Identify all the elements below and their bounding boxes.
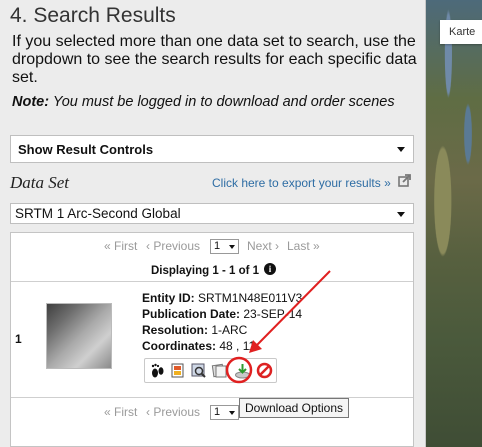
page-select-value: 1 bbox=[214, 240, 221, 252]
result-controls-label: Show Result Controls bbox=[18, 142, 154, 157]
last-page-link[interactable]: Last » bbox=[287, 239, 320, 253]
results-table: « First ‹ Previous 1 Next › Last » Displ… bbox=[10, 232, 414, 447]
compare-icon[interactable] bbox=[211, 362, 228, 379]
map-view[interactable] bbox=[426, 0, 482, 447]
download-options-tooltip: Download Options bbox=[239, 398, 349, 418]
resolution: Resolution: 1-ARC bbox=[142, 323, 247, 337]
map-type-button[interactable]: Karte bbox=[440, 20, 482, 44]
metadata-icon[interactable] bbox=[169, 362, 186, 379]
coordinates-value: 48 , 11 bbox=[219, 339, 256, 353]
displaying-range: 1 - 1 of 1 bbox=[212, 265, 260, 277]
chevron-down-icon bbox=[397, 212, 405, 217]
publication-date-value: 23-SEP-14 bbox=[243, 307, 303, 321]
exclude-icon[interactable] bbox=[256, 362, 273, 379]
show-result-controls-dropdown[interactable]: Show Result Controls bbox=[10, 135, 414, 163]
login-note: Note: You must be logged in to download … bbox=[12, 95, 417, 110]
section-title: 4. Search Results bbox=[10, 4, 176, 27]
entity-id-label: Entity ID: bbox=[142, 291, 195, 305]
section-description: If you selected more than one data set t… bbox=[12, 33, 417, 86]
search-results-panel: 4. Search Results If you selected more t… bbox=[0, 0, 426, 447]
next-page-link[interactable]: Next › bbox=[247, 239, 279, 253]
entity-id: Entity ID: SRTM1N48E011V3 bbox=[142, 291, 302, 305]
displaying-prefix: Displaying bbox=[151, 265, 213, 277]
note-text: You must be logged in to download and or… bbox=[49, 94, 395, 110]
previous-page-link[interactable]: ‹ Previous bbox=[146, 239, 200, 253]
result-action-toolbar bbox=[144, 358, 277, 383]
data-set-label: Data Set bbox=[10, 173, 70, 192]
note-label: Note: bbox=[12, 94, 50, 110]
resolution-value: 1-ARC bbox=[211, 323, 248, 337]
first-page-link[interactable]: « First bbox=[104, 239, 137, 253]
chevron-down-icon bbox=[229, 411, 235, 415]
download-icon[interactable] bbox=[234, 362, 251, 379]
page-select[interactable]: 1 bbox=[210, 239, 239, 254]
chevron-down-icon bbox=[397, 147, 405, 152]
publication-date-label: Publication Date: bbox=[142, 307, 241, 321]
info-icon[interactable]: i bbox=[264, 263, 276, 275]
first-page-link[interactable]: « First bbox=[104, 405, 137, 419]
scene-thumbnail[interactable] bbox=[46, 303, 112, 369]
coordinates-label: Coordinates: bbox=[142, 339, 217, 353]
page-select[interactable]: 1 bbox=[210, 405, 239, 420]
coordinates: Coordinates: 48 , 11 bbox=[142, 339, 255, 353]
entity-id-value: SRTM1N48E011V3 bbox=[198, 291, 303, 305]
displaying-count: Displaying 1 - 1 of 1 bbox=[151, 265, 259, 277]
footprint-icon[interactable] bbox=[149, 362, 166, 379]
chevron-down-icon bbox=[229, 245, 235, 249]
external-link-icon[interactable] bbox=[398, 174, 411, 187]
table-row: 1 Entity ID: SRTM1N48E011V3 Publication … bbox=[11, 281, 413, 398]
publication-date: Publication Date: 23-SEP-14 bbox=[142, 307, 302, 321]
row-number: 1 bbox=[15, 332, 22, 346]
previous-page-link[interactable]: ‹ Previous bbox=[146, 405, 200, 419]
data-set-select[interactable]: SRTM 1 Arc-Second Global bbox=[10, 203, 414, 224]
resolution-label: Resolution: bbox=[142, 323, 208, 337]
export-results-link[interactable]: Click here to export your results » bbox=[212, 176, 391, 190]
browse-overlay-icon[interactable] bbox=[190, 362, 207, 379]
data-set-selected-value: SRTM 1 Arc-Second Global bbox=[15, 206, 181, 221]
page-select-value: 1 bbox=[214, 406, 221, 418]
